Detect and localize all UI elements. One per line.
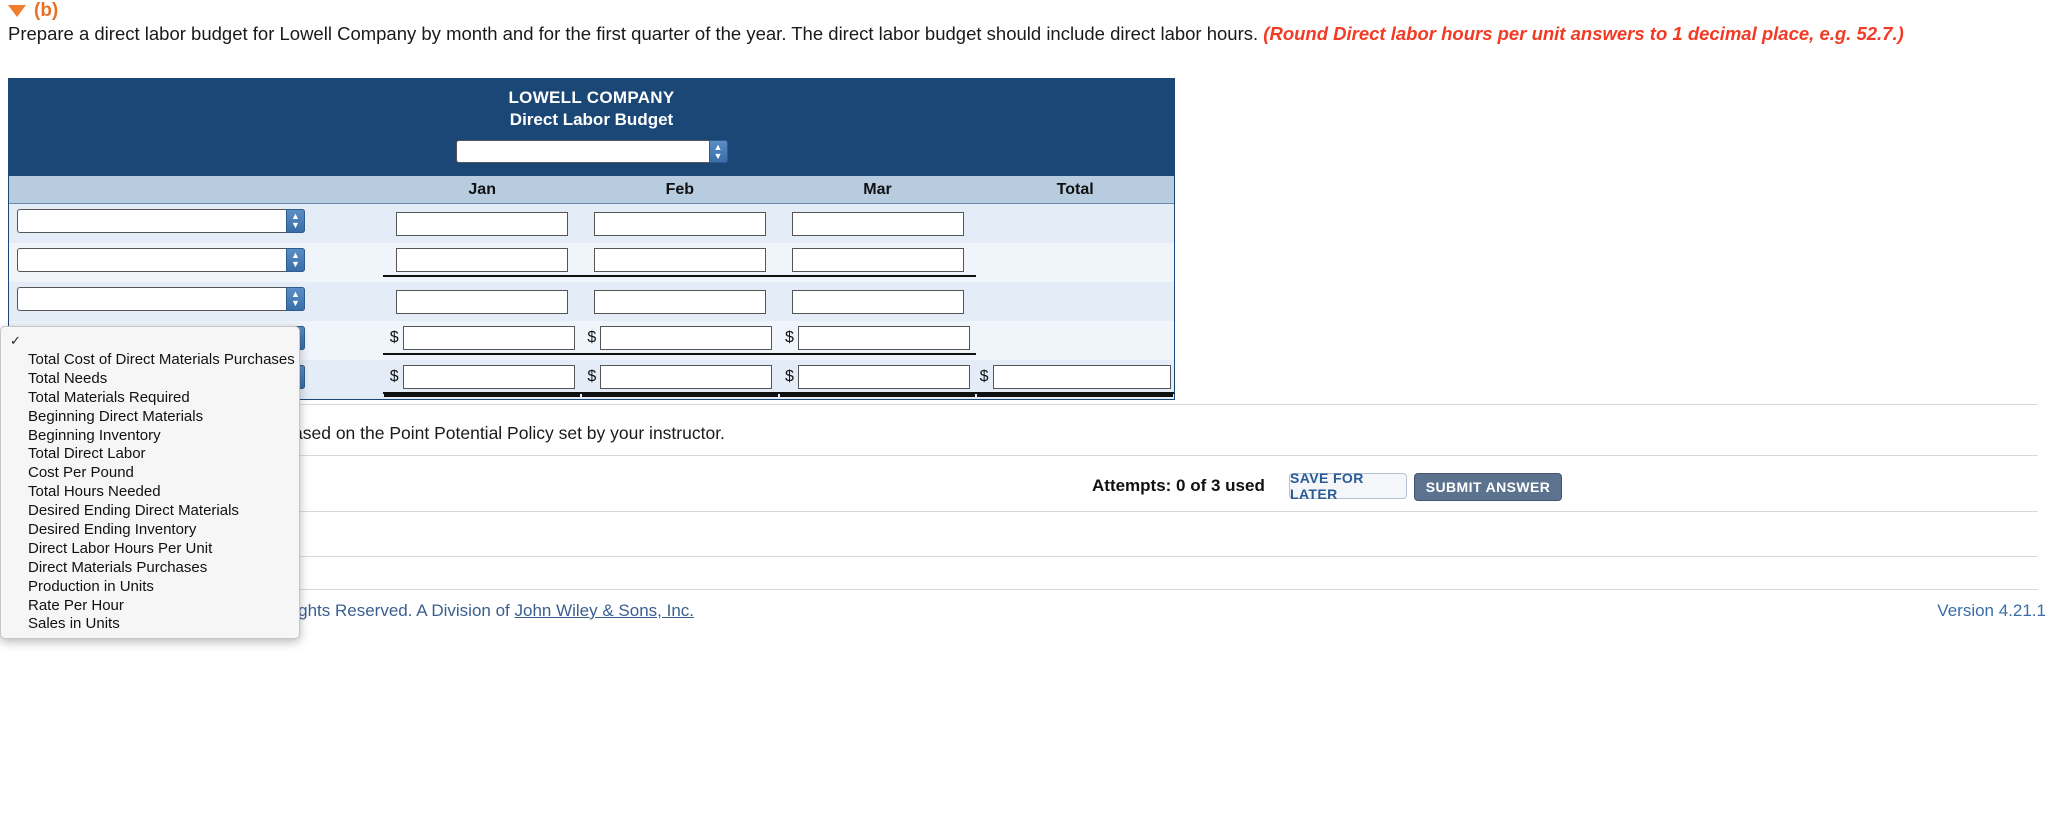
cell-total: $: [976, 365, 1174, 394]
row-label-select-value: [18, 249, 304, 271]
table-row: ▲ ▼: [9, 204, 1174, 243]
amount-input[interactable]: [402, 365, 575, 389]
period-select[interactable]: ▲ ▼: [455, 140, 728, 163]
amount-input[interactable]: [593, 289, 766, 314]
table-title-block: LOWELL COMPANY Direct Labor Budget ▲ ▼: [9, 79, 1174, 175]
selected-check-icon: ✓: [10, 333, 21, 348]
budget-subtitle: Direct Labor Budget: [509, 110, 674, 129]
question-part-label: (b): [34, 0, 59, 21]
amount-input[interactable]: [593, 248, 766, 272]
wiley-link-2[interactable]: John Wiley & Sons, Inc.: [515, 601, 695, 620]
divider: [8, 556, 2038, 557]
amount-input[interactable]: [798, 326, 970, 350]
table-column-headers: Jan Feb Mar Total: [9, 175, 1174, 204]
chevron-updown-icon[interactable]: ▲▼: [286, 287, 305, 311]
divider: [8, 455, 2038, 456]
total-amount-input[interactable]: [992, 365, 1171, 389]
row-label-select-value: [18, 288, 304, 310]
currency-symbol: $: [785, 329, 794, 346]
dropdown-option[interactable]: Total Needs: [1, 370, 299, 389]
amount-input[interactable]: [791, 289, 964, 314]
dropdown-option[interactable]: Desired Ending Direct Materials: [1, 502, 299, 521]
question-prompt: Prepare a direct labor budget for Lowell…: [8, 22, 2046, 46]
cell-mar: $: [778, 326, 977, 355]
dropdown-option[interactable]: Direct Labor Hours Per Unit: [1, 540, 299, 559]
amount-input[interactable]: [600, 326, 773, 350]
dropdown-option[interactable]: Production in Units: [1, 578, 299, 597]
cell-jan: [383, 248, 582, 277]
currency-symbol: $: [389, 329, 399, 346]
amount-input[interactable]: [798, 365, 970, 389]
cell-feb: $: [581, 365, 779, 394]
cell-feb: [581, 248, 779, 277]
dropdown-option[interactable]: Cost Per Pound: [1, 464, 299, 483]
chevron-updown-icon[interactable]: ▲▼: [708, 140, 728, 163]
cell-feb: [581, 289, 779, 314]
column-header-jan: Jan: [468, 180, 496, 198]
cell-feb: $: [581, 326, 779, 355]
cell-mar: [778, 248, 977, 277]
cell-jan: [383, 289, 581, 314]
period-select-value: [457, 141, 727, 162]
dropdown-option[interactable]: Total Direct Labor: [1, 445, 299, 464]
cell-mar: [779, 211, 977, 236]
cell-jan: [383, 211, 581, 236]
row-label-select[interactable]: ▲▼: [17, 248, 305, 272]
prompt-plain-text: Prepare a direct labor budget for Lowell…: [8, 23, 1264, 44]
attempts-counter: Attempts: 0 of 3 used: [1092, 476, 1265, 495]
column-header-total: Total: [1056, 180, 1094, 198]
divider: [8, 589, 2038, 590]
currency-symbol: $: [785, 368, 794, 385]
dropdown-option[interactable]: Direct Materials Purchases: [1, 559, 299, 578]
amount-input[interactable]: [396, 289, 569, 314]
currency-symbol: $: [587, 368, 597, 385]
cell-feb: [581, 211, 779, 236]
dropdown-option[interactable]: Total Hours Needed: [1, 483, 299, 502]
amount-input[interactable]: [402, 326, 575, 350]
dropdown-option[interactable]: Rate Per Hour: [1, 597, 299, 616]
amount-input[interactable]: [600, 365, 773, 389]
save-for-later-button[interactable]: SAVE FOR LATER: [1289, 470, 1407, 502]
dropdown-option[interactable]: Total Materials Required: [1, 389, 299, 408]
currency-symbol: $: [389, 368, 399, 385]
dropdown-option[interactable]: Desired Ending Inventory: [1, 521, 299, 540]
prompt-rounding-note: (Round Direct labor hours per unit answe…: [1263, 23, 1904, 44]
version-label: Version 4.21.1: [1937, 601, 2046, 620]
cell-jan: $: [383, 365, 582, 394]
divider: [8, 511, 2038, 512]
chevron-updown-icon[interactable]: ▲▼: [286, 209, 305, 233]
table-row: ▲ ▼: [9, 282, 1174, 321]
amount-input[interactable]: [791, 211, 964, 236]
currency-symbol: $: [587, 329, 597, 346]
amount-input[interactable]: [396, 248, 569, 272]
cell-mar: $: [778, 365, 977, 394]
cell-mar: [779, 289, 977, 314]
company-name: LOWELL COMPANY: [508, 88, 675, 107]
dropdown-option[interactable]: Beginning Inventory: [1, 427, 299, 446]
submit-answer-button[interactable]: SUBMIT ANSWER: [1414, 473, 1562, 501]
currency-symbol: $: [979, 368, 989, 385]
chevron-updown-icon[interactable]: ▲▼: [286, 248, 305, 272]
question-part-header[interactable]: (b): [8, 0, 58, 22]
column-header-mar: Mar: [863, 180, 892, 198]
dropdown-option[interactable]: Beginning Direct Materials: [1, 408, 299, 427]
amount-input[interactable]: [396, 211, 569, 236]
amount-input[interactable]: [791, 248, 964, 272]
dropdown-option[interactable]: Sales in Units: [1, 615, 299, 634]
amount-input[interactable]: [593, 211, 766, 236]
row-label-select[interactable]: ▲▼: [17, 209, 305, 233]
row-label-select-value: [18, 210, 304, 232]
dropdown-option[interactable]: Total Cost of Direct Materials Purchases: [1, 351, 299, 370]
column-header-feb: Feb: [665, 180, 695, 198]
row-label-dropdown-menu[interactable]: ✓ Total Cost of Direct Materials Purchas…: [0, 326, 300, 639]
divider: [8, 404, 2038, 405]
row-label-select[interactable]: ▲▼: [17, 287, 305, 311]
cell-jan: $: [383, 326, 582, 355]
table-row: ▲ ▼: [9, 243, 1174, 282]
collapse-triangle-icon[interactable]: [8, 5, 26, 17]
